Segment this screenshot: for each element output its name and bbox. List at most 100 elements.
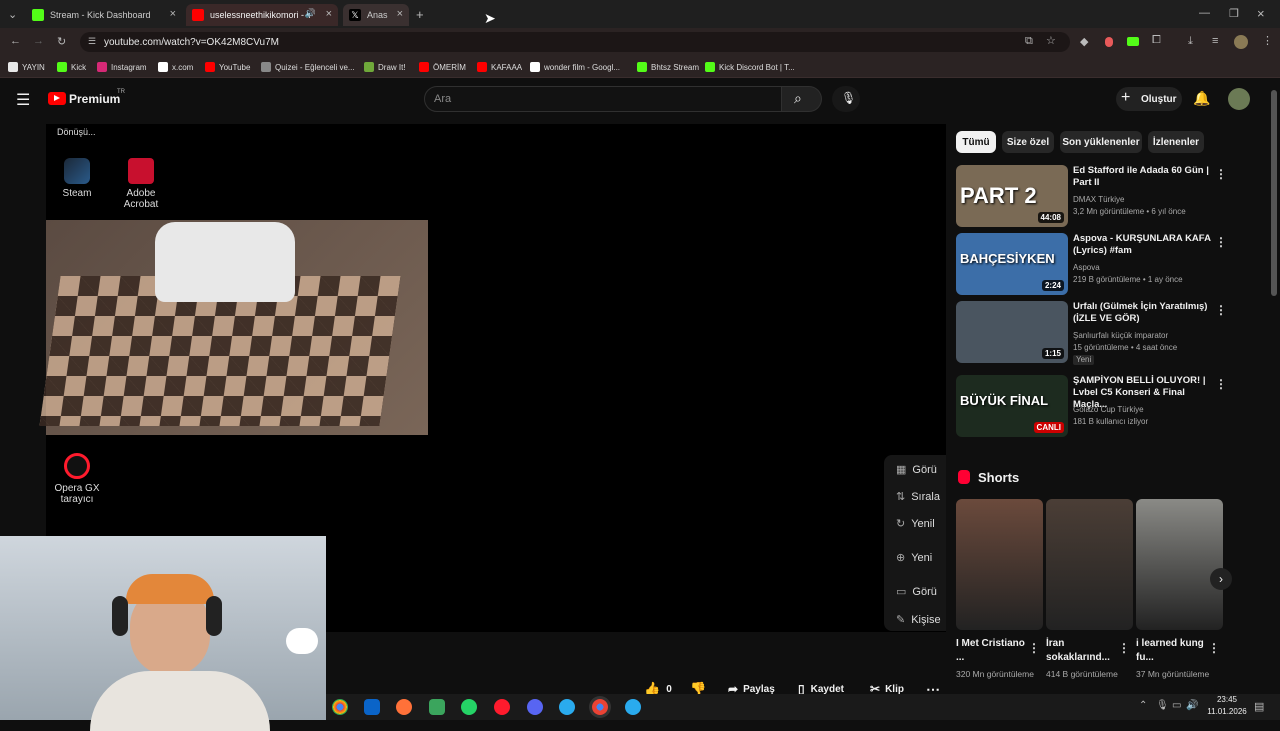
video-thumbnail[interactable]: BAHÇESİYKEN 2:24 [956,233,1068,295]
extension-kick-icon[interactable] [1127,37,1139,46]
context-menu-item[interactable]: ✎ Kişise [896,613,941,626]
maximize-icon[interactable]: ❐ [1229,7,1239,20]
telegram-taskbar-icon[interactable] [559,699,575,715]
desktop-icon-acrobat[interactable]: Adobe Acrobat [111,158,171,210]
short-menu-kebab-icon[interactable]: ⋮ [1208,641,1220,655]
close-tab-icon[interactable]: × [397,8,403,20]
video-menu-kebab-icon[interactable]: ⋮ [1215,377,1227,391]
filter-chip[interactable]: Tümü [956,131,996,153]
context-menu-item[interactable]: ▭ Görü [896,585,937,598]
bookmark-item[interactable]: Quizei - Eğlenceli ve... [261,61,355,73]
tab-youtube[interactable]: uselessneethikikomori - Yo 🔊 × [186,4,338,26]
tab-kick-dashboard[interactable]: Stream - Kick Dashboard × [26,4,182,26]
bookmark-item[interactable]: YAYIN [8,61,45,73]
firefox-taskbar-icon[interactable] [396,699,412,715]
bookmark-star-icon[interactable]: ☆ [1046,34,1056,47]
short-title[interactable]: İran sokaklarınd... [1046,637,1116,665]
desktop-icon-steam[interactable]: Steam [47,158,107,199]
short-thumbnail[interactable] [1136,499,1223,630]
extension-diamond-icon[interactable]: ◆ [1080,35,1088,48]
channel-name[interactable]: Şanlıurfalı küçük imparator [1073,331,1213,341]
youtube-logo-icon[interactable] [48,92,66,105]
bookmark-item[interactable]: KAFAAA [477,61,522,73]
context-menu-item[interactable]: ⊕ Yeni [896,551,932,564]
close-window-icon[interactable]: × [1257,6,1265,21]
bookmark-item[interactable]: Kick [57,61,86,73]
notifications-bell-icon[interactable]: 🔔 [1193,90,1210,107]
bookmark-item[interactable]: Kick Discord Bot | T... [705,61,795,73]
clock-date[interactable]: 11.01.2026 [1202,707,1252,716]
filter-chip[interactable]: Size özel [1002,131,1054,153]
back-icon[interactable]: ← [10,35,21,47]
audio-playing-icon[interactable]: 🔊 [305,8,316,19]
whatsapp-taskbar-icon[interactable] [461,699,477,715]
bookmark-item[interactable]: Bhtsz Stream [637,61,699,73]
new-tab-icon[interactable]: + [416,7,424,22]
search-input[interactable] [424,86,782,112]
minimize-icon[interactable]: — [1199,7,1210,19]
video-title[interactable]: Aspova - KURŞUNLARA KAFA (Lyrics) #fam [1073,233,1213,257]
bookmark-item[interactable]: wonder film - Googl... [530,61,620,73]
site-info-icon[interactable]: ☰ [88,36,96,47]
media-controls-icon[interactable]: ≡ [1212,35,1218,47]
tray-mic-icon[interactable]: 🎙 [1156,700,1169,711]
filter-chip[interactable]: İzlenenler [1148,131,1204,153]
short-title[interactable]: I Met Cristiano ... [956,637,1026,665]
browser-menu-icon[interactable]: ⋮ [1262,34,1273,47]
outlook-taskbar-icon[interactable] [364,699,380,715]
short-thumbnail[interactable] [956,499,1043,630]
short-menu-kebab-icon[interactable]: ⋮ [1118,641,1130,655]
video-title[interactable]: Urfalı (Gülmek İçin Yaratılmış) (İZLE VE… [1073,301,1213,325]
filter-chip[interactable]: Son yüklenenler [1060,131,1142,153]
short-title[interactable]: i learned kung fu... [1136,637,1206,665]
extension-record-icon[interactable] [1105,37,1113,47]
chrome-taskbar-icon[interactable] [332,699,348,715]
video-thumbnail[interactable]: 1:15 [956,301,1068,363]
close-tab-icon[interactable]: × [170,8,176,20]
app-green-taskbar-icon[interactable] [429,699,445,715]
channel-name[interactable]: Golazo Cup Türkiye [1073,405,1213,415]
context-menu-item[interactable]: ▦ Görü [896,463,937,476]
video-thumbnail[interactable]: PART 2 44:08 [956,165,1068,227]
bookmark-item[interactable]: x.com [158,61,193,73]
bookmark-item[interactable]: YouTube [205,61,250,73]
context-menu-item[interactable]: ⇅ Sırala [896,490,940,503]
install-app-icon[interactable]: ⧉ [1025,35,1033,48]
tab-x[interactable]: 𝕏 Anas × [343,4,409,26]
bookmark-item[interactable]: Instagram [97,61,147,73]
bookmark-item[interactable]: ÖMERİM [419,61,466,73]
chrome-active-taskbar-icon[interactable] [592,699,608,715]
desktop-icon-opera[interactable]: Opera GX tarayıcı [47,453,107,505]
bookmark-item[interactable]: Draw It! [364,61,406,73]
discord-taskbar-icon[interactable] [527,699,543,715]
close-tab-icon[interactable]: × [326,8,332,20]
extensions-puzzle-icon[interactable]: ⧠ [1152,34,1161,47]
channel-name[interactable]: DMAX Türkiye [1073,195,1213,205]
video-menu-kebab-icon[interactable]: ⋮ [1215,167,1227,181]
context-menu-item[interactable]: ↻ Yenil [896,517,935,530]
notification-center-icon[interactable]: ▤ [1254,700,1264,713]
forward-icon[interactable]: → [33,35,44,47]
volume-icon[interactable]: 🔊 [1186,700,1198,711]
network-icon[interactable]: ▭ [1172,700,1181,711]
channel-name[interactable]: Aspova [1073,263,1213,273]
opera-gx-taskbar-icon[interactable] [494,699,510,715]
video-menu-kebab-icon[interactable]: ⋮ [1215,235,1227,249]
search-button[interactable] [782,86,822,112]
tab-list-chevron-icon[interactable]: ⌄ [8,8,17,21]
hamburger-menu-icon[interactable]: ☰ [16,90,30,110]
video-thumbnail[interactable]: BÜYÜK FİNAL CANLI [956,375,1068,437]
clock-time[interactable]: 23:45 [1204,695,1250,704]
profile-avatar[interactable] [1234,35,1248,49]
download-icon[interactable]: ⤓ [1188,35,1193,48]
telegram-2-taskbar-icon[interactable] [625,699,641,715]
account-avatar[interactable] [1228,88,1250,110]
tray-overflow-chevron-icon[interactable]: ⌃ [1139,700,1147,711]
short-menu-kebab-icon[interactable]: ⋮ [1028,641,1040,655]
video-menu-kebab-icon[interactable]: ⋮ [1215,303,1227,317]
short-thumbnail[interactable] [1046,499,1133,630]
page-scrollbar[interactable] [1271,90,1277,296]
video-title[interactable]: Ed Stafford ile Adada 60 Gün | Part II [1073,165,1213,189]
reload-icon[interactable]: ↻ [57,35,66,48]
shorts-next-chevron-icon[interactable]: › [1210,568,1232,590]
